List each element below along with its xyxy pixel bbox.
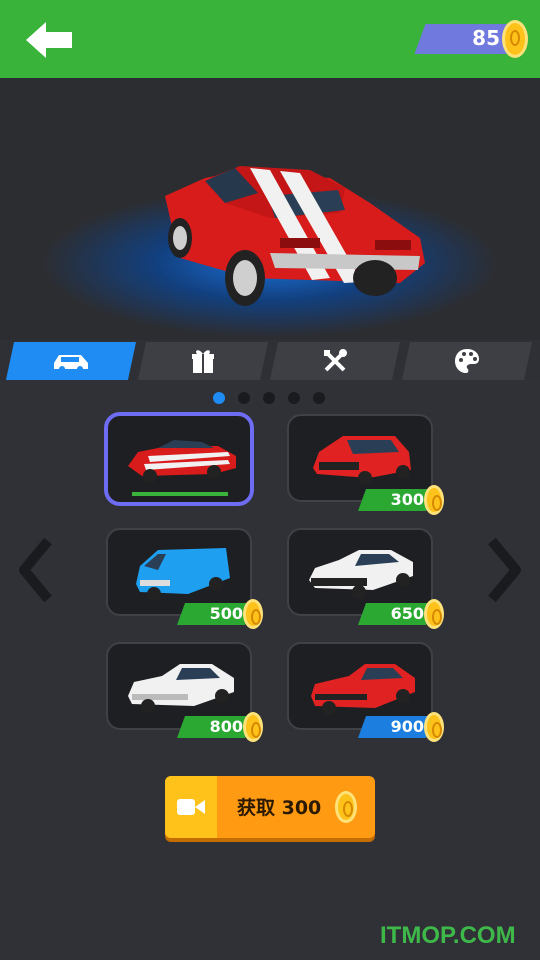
watermark: ITMOP.COM xyxy=(380,922,516,949)
get-button-label: 获取 300 xyxy=(237,797,322,819)
blue-van-car-thumbnail xyxy=(136,548,230,601)
coin-icon xyxy=(502,20,528,58)
tools-icon xyxy=(324,349,347,372)
featured-car-image xyxy=(165,166,425,306)
car-icon xyxy=(54,355,88,372)
chevron-right-icon xyxy=(488,537,521,603)
red-muscle-car-thumbnail xyxy=(128,440,236,483)
coin-icon xyxy=(335,791,357,823)
tab-paint[interactable] xyxy=(401,342,533,380)
back-button[interactable] xyxy=(22,18,78,62)
price-value: 650 xyxy=(390,604,424,623)
arrow-left-icon xyxy=(26,22,72,58)
white-coupe-car-thumbnail xyxy=(309,550,413,599)
category-tabs xyxy=(0,342,540,382)
page-dot-1[interactable] xyxy=(213,392,225,404)
selected-indicator xyxy=(132,492,228,496)
coin-balance: 85 xyxy=(414,20,530,58)
red-hatch-car-thumbnail xyxy=(313,436,411,485)
chevron-left-icon xyxy=(19,537,52,603)
price-tag-white-sedan: 800 xyxy=(176,712,263,742)
get-car-button[interactable]: 获取 300 xyxy=(165,776,375,838)
price-value: 500 xyxy=(209,604,243,623)
tab-tools[interactable] xyxy=(269,342,401,380)
car-card-red-muscle[interactable] xyxy=(104,412,254,506)
red-sedan-car-thumbnail xyxy=(311,664,415,715)
video-ad-section xyxy=(165,776,217,838)
gift-icon xyxy=(192,350,214,373)
page-dot-5[interactable] xyxy=(313,392,325,404)
page-dot-2[interactable] xyxy=(238,392,250,404)
prev-page-button[interactable] xyxy=(16,535,56,605)
car-selection-panel xyxy=(0,380,540,960)
price-value: 300 xyxy=(390,490,424,509)
coin-icon xyxy=(424,599,444,629)
car-showcase xyxy=(0,78,540,340)
price-tag-red-hatch: 300 xyxy=(357,485,444,515)
tab-cars[interactable] xyxy=(5,342,137,380)
coin-count: 85 xyxy=(472,26,500,50)
coin-icon xyxy=(424,485,444,515)
next-page-button[interactable] xyxy=(484,535,524,605)
page-dot-4[interactable] xyxy=(288,392,300,404)
top-bar: 85 xyxy=(0,0,540,78)
price-tag-red-sedan: 900 xyxy=(357,712,444,742)
price-tag-white-coupe: 650 xyxy=(357,599,444,629)
tab-gifts[interactable] xyxy=(137,342,269,380)
white-sedan-car-thumbnail xyxy=(128,664,234,713)
coin-icon xyxy=(243,712,263,742)
page-indicator xyxy=(213,392,333,404)
price-value: 800 xyxy=(209,717,243,736)
coin-icon xyxy=(243,599,263,629)
price-value: 900 xyxy=(390,717,424,736)
page-dot-3[interactable] xyxy=(263,392,275,404)
palette-icon xyxy=(455,349,479,373)
video-icon xyxy=(177,799,205,815)
price-tag-blue-van: 500 xyxy=(176,599,263,629)
coin-icon xyxy=(424,712,444,742)
